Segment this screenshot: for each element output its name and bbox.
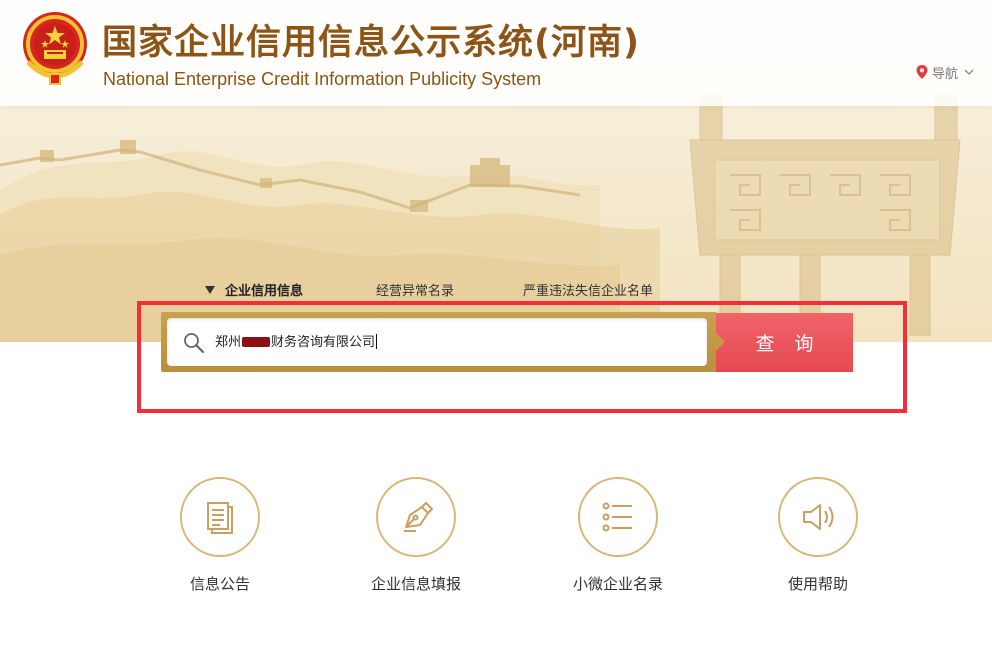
list-icon: [602, 502, 632, 532]
speaker-icon: [803, 504, 834, 530]
navigation-label: 导航: [932, 66, 959, 82]
chevron-down-icon: [964, 69, 974, 75]
site-title: 国家企业信用信息公示系统(河南): [102, 23, 640, 63]
annotation-highlight-box: [137, 301, 907, 413]
national-emblem-icon: [23, 12, 87, 85]
feature-info-announcement[interactable]: 信息公告: [150, 477, 290, 597]
tab-abnormal-operation-list[interactable]: 经营异常名录: [376, 280, 454, 299]
feature-enterprise-info-filing[interactable]: 企业信息填报: [346, 477, 486, 597]
navigation-menu-button[interactable]: 导航: [916, 62, 974, 82]
tab-enterprise-credit-info[interactable]: 企业信用信息: [205, 280, 303, 299]
feature-small-micro-enterprise-list[interactable]: 小微企业名录: [548, 477, 688, 597]
search-tabs: 企业信用信息 经营异常名录 严重违法失信企业名单: [0, 280, 992, 300]
document-icon: [207, 502, 233, 534]
tab-serious-violation-list[interactable]: 严重违法失信企业名单: [523, 280, 653, 299]
pen-icon: [404, 502, 433, 532]
site-subtitle: National Enterprise Credit Information P…: [103, 69, 542, 89]
location-pin-icon: [916, 65, 928, 79]
feature-usage-help[interactable]: 使用帮助: [748, 477, 888, 597]
site-header: 国家企业信用信息公示系统(河南) National Enterprise Cre…: [0, 0, 992, 106]
tab-active-indicator-icon: [205, 286, 215, 294]
